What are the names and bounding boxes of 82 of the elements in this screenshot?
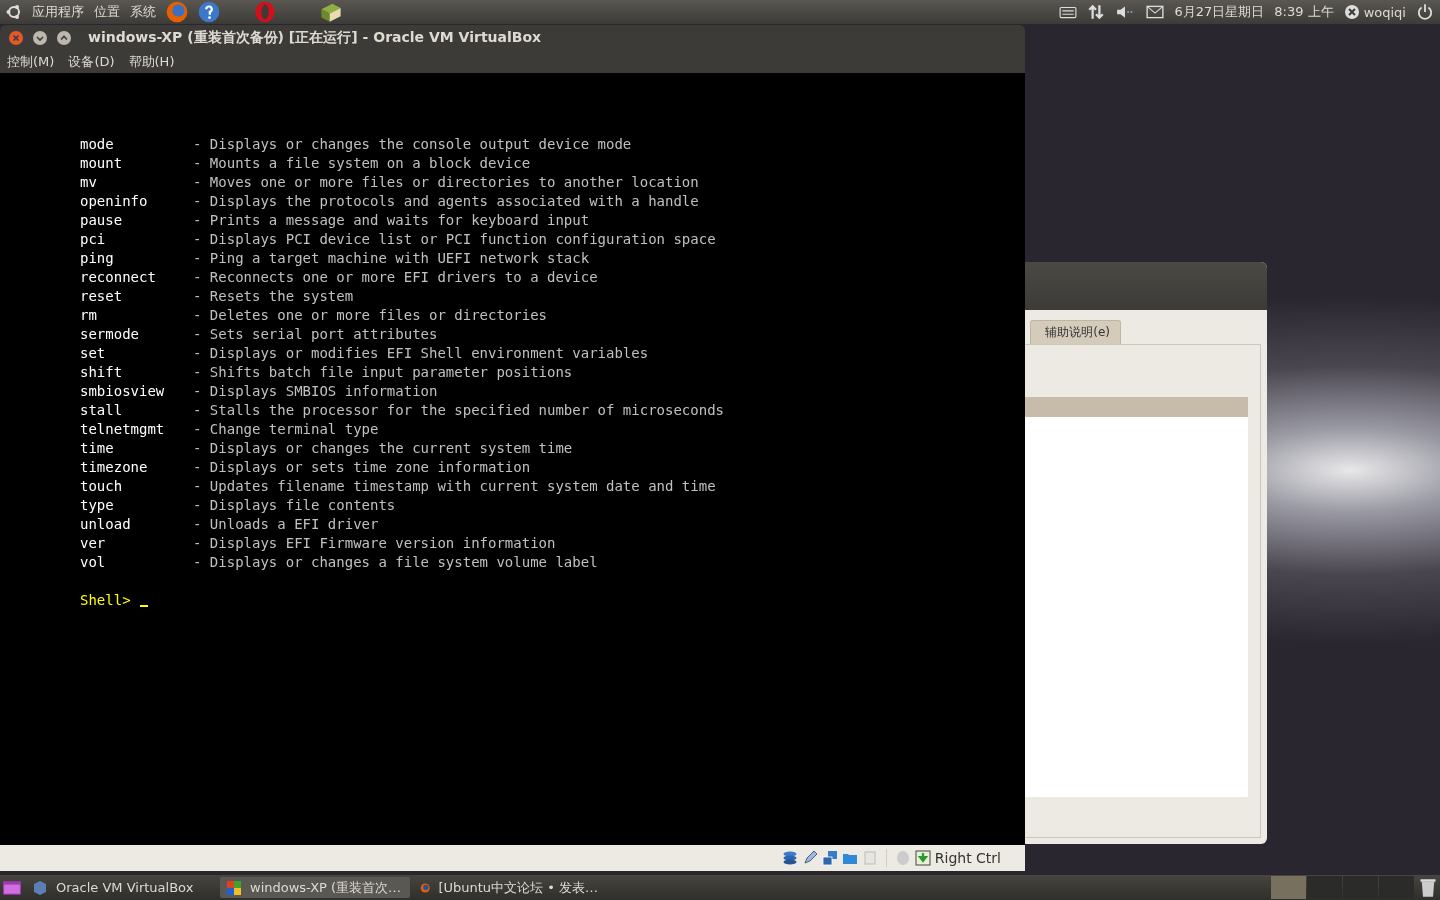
workspace-switcher[interactable] <box>1307 876 1342 899</box>
menu-item[interactable]: 帮助(H) <box>128 52 175 71</box>
maximize-button-icon[interactable] <box>56 29 72 46</box>
minimize-button-icon[interactable] <box>32 29 48 46</box>
workspace-switcher[interactable] <box>1343 876 1378 899</box>
help-icon[interactable] <box>198 1 220 23</box>
panel-menu[interactable]: 应用程序 <box>32 3 84 21</box>
command-name: shift <box>80 363 124 382</box>
workspace-switcher[interactable] <box>1271 876 1306 899</box>
command-name: ping <box>80 249 115 268</box>
status-icon[interactable] <box>1343 4 1360 20</box>
command-name: ver <box>80 534 107 553</box>
command-description: - Stalls the processor for the specified number of microseconds <box>193 401 724 420</box>
command-description: - Displays or changes the current system time <box>193 439 573 458</box>
disk-stack-icon[interactable] <box>781 850 798 866</box>
pen-icon[interactable] <box>801 850 818 866</box>
command-description: - Change terminal type <box>193 420 379 439</box>
command-description: - Sets serial port attributes <box>193 325 438 344</box>
command-description: - Ping a target machine with UEFI network stack <box>193 249 590 268</box>
command-name: vol <box>80 553 107 572</box>
panel-date[interactable]: 6月27日星期日 <box>1174 3 1265 21</box>
command-name: openinfo <box>80 192 149 211</box>
trash-icon[interactable] <box>1418 876 1438 899</box>
command-name: reconnect <box>80 268 157 287</box>
mail-icon[interactable] <box>1144 3 1165 21</box>
command-name: rm <box>80 306 98 325</box>
window-title: windows-XP (重装首次备份) [正在运行] - Oracle VM VirtualBox <box>88 28 542 47</box>
command-description: - Prints a message and waits for keyboard input <box>193 211 590 230</box>
command-name: unload <box>80 515 132 534</box>
command-description: - Displays or modifies EFI Shell environment variables <box>193 344 649 363</box>
panel-menu[interactable]: 系统 <box>130 3 156 21</box>
command-name: time <box>80 439 115 458</box>
close-button-icon[interactable] <box>8 29 24 46</box>
command-description: - Reconnects one or more EFI drivers to a device <box>193 268 598 287</box>
command-name: mv <box>80 173 98 192</box>
command-description: - Displays or sets time zone information <box>193 458 531 477</box>
show-desktop-icon[interactable] <box>2 878 22 897</box>
command-name: set <box>80 344 107 363</box>
command-description: - Displays SMBIOS information <box>193 382 438 401</box>
command-description: - Displays or changes a file system volume label <box>193 553 598 572</box>
command-description: - Mounts a file system on a block device <box>193 154 531 173</box>
shell-prompt: Shell> <box>80 591 131 610</box>
command-name: mode <box>80 135 115 154</box>
command-name: timezone <box>80 458 149 477</box>
command-description: - Shifts batch file input parameter positions <box>193 363 573 382</box>
command-name: pci <box>80 230 107 249</box>
panel-menu[interactable]: 位置 <box>94 3 120 21</box>
command-description: - Displays PCI device list or PCI function configuration space <box>193 230 716 249</box>
power-icon[interactable] <box>1416 3 1434 21</box>
command-description: - Resets the system <box>193 287 354 306</box>
command-description: - Moves one or more files or directories to another location <box>193 173 699 192</box>
taskbar-button[interactable]: Oracle VM VirtualBox <box>26 877 216 898</box>
text-cursor <box>139 605 148 607</box>
panel-clock[interactable]: 8:39 上午 <box>1274 3 1334 21</box>
command-name: pause <box>80 211 124 230</box>
app-icon <box>32 879 48 896</box>
command-description: - Displays file contents <box>193 496 396 515</box>
menu-item[interactable]: 控制(M) <box>7 52 55 71</box>
command-description: - Deletes one or more files or directories <box>193 306 547 325</box>
command-name: touch <box>80 477 124 496</box>
taskbar-button[interactable]: windows-XP (重装首次… <box>220 877 410 898</box>
command-name: telnetmgmt <box>80 420 166 439</box>
command-name: mount <box>80 154 124 173</box>
tab[interactable]: 辅助说明(e) <box>1030 320 1121 344</box>
workspace-switcher[interactable] <box>1379 876 1414 899</box>
command-description: - Displays EFI Firmware version information <box>193 534 556 553</box>
command-name: type <box>80 496 115 515</box>
command-description: - Displays the protocols and agents associated with a handle <box>193 192 699 211</box>
host-key-label: Right Ctrl <box>934 850 1001 866</box>
network-arrows-icon[interactable] <box>1086 3 1105 21</box>
command-name: stall <box>80 401 124 420</box>
command-description: - Displays or changes the console output device mode <box>193 135 632 154</box>
command-description: - Updates filename timestamp with current system date and time <box>193 477 716 496</box>
network-windows-icon[interactable] <box>821 850 838 866</box>
taskbar-button[interactable]: [Ubuntu中文论坛 • 发表… <box>414 877 604 898</box>
user-name[interactable]: woqiqi <box>1363 4 1406 20</box>
command-name: reset <box>80 287 124 306</box>
command-name: sermode <box>80 325 140 344</box>
command-description: - Unloads a EFI driver <box>193 515 379 534</box>
menu-item[interactable]: 设备(D) <box>68 52 115 71</box>
app-icon <box>226 879 242 896</box>
command-name: smbiosview <box>80 382 166 401</box>
